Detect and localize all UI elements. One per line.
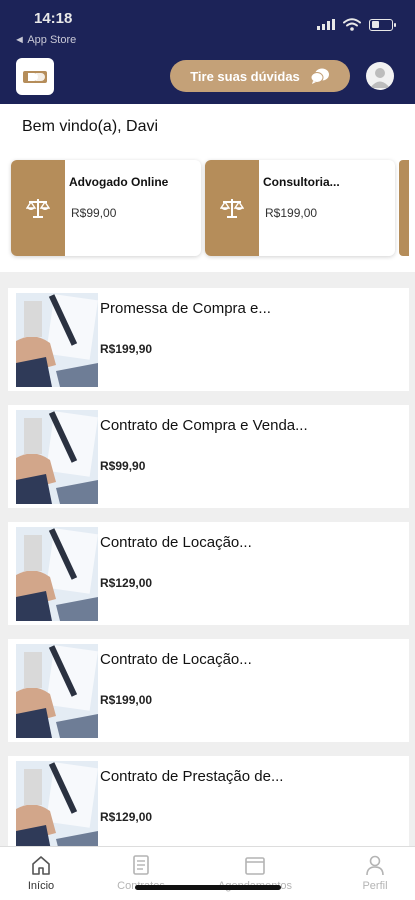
service-card-strip xyxy=(11,160,65,256)
cellular-signal-icon xyxy=(317,19,335,30)
wifi-icon xyxy=(343,18,361,31)
product-title: Contrato de Locação... xyxy=(100,651,252,668)
avatar-icon xyxy=(370,68,390,88)
product-title: Contrato de Locação... xyxy=(100,534,252,551)
contract-signing-image xyxy=(16,527,98,621)
document-icon xyxy=(86,853,196,877)
home-icon xyxy=(0,853,96,877)
product-card[interactable]: Contrato de Compra e Venda... R$99,90 xyxy=(8,405,409,508)
contract-signing-image xyxy=(16,644,98,738)
status-icons xyxy=(317,18,396,31)
service-card-strip xyxy=(205,160,259,256)
service-card-title: Advogado Online xyxy=(69,175,169,189)
tab-inicio[interactable]: Início xyxy=(0,853,96,892)
product-card[interactable]: Contrato de Prestação de... R$129,00 xyxy=(8,756,409,846)
product-price: R$199,90 xyxy=(100,342,153,356)
logo-mark-icon xyxy=(23,70,47,83)
contract-signing-image xyxy=(16,293,98,387)
scales-of-justice-icon xyxy=(220,199,244,218)
service-card-price: R$99,00 xyxy=(71,206,117,220)
product-thumbnail xyxy=(16,527,98,621)
contract-signing-image xyxy=(16,761,98,846)
back-to-app-store-link[interactable]: ◄ App Store xyxy=(14,34,76,46)
app-logo[interactable] xyxy=(16,58,54,95)
help-button-label: Tire suas dúvidas xyxy=(190,68,300,84)
battery-icon xyxy=(369,18,396,31)
service-card[interactable]: Advogado Online R$99,00 xyxy=(11,160,201,256)
product-card[interactable]: Contrato de Locação... R$129,00 xyxy=(8,522,409,625)
tab-label: Início xyxy=(27,880,55,892)
product-price: R$99,90 xyxy=(100,459,146,473)
product-title: Contrato de Prestação de... xyxy=(100,768,284,785)
product-price: R$129,00 xyxy=(100,810,153,824)
product-thumbnail xyxy=(16,293,98,387)
product-price: R$129,00 xyxy=(100,576,153,590)
product-title: Promessa de Compra e... xyxy=(100,300,271,317)
product-thumbnail xyxy=(16,644,98,738)
help-button[interactable]: Tire suas dúvidas xyxy=(170,60,350,92)
service-card-title: Consultoria... xyxy=(263,175,340,189)
user-icon xyxy=(320,853,415,877)
scales-of-justice-icon xyxy=(26,199,50,218)
chat-bubble-icon xyxy=(310,68,329,84)
service-card-price: R$199,00 xyxy=(265,206,318,220)
tab-perfil[interactable]: Perfil xyxy=(320,853,415,892)
service-card[interactable]: Consultoria... R$199,00 xyxy=(205,160,395,256)
status-time: 14:18 xyxy=(34,10,73,27)
product-card[interactable]: Contrato de Locação... R$199,00 xyxy=(8,639,409,742)
profile-avatar-button[interactable] xyxy=(366,62,394,90)
product-thumbnail xyxy=(16,410,98,504)
app-header: 14:18 ◄ App Store Tire suas dúvidas xyxy=(0,0,415,104)
contract-signing-image xyxy=(16,410,98,504)
product-thumbnail xyxy=(16,761,98,846)
product-title: Contrato de Compra e Venda... xyxy=(100,417,308,434)
service-card-partial[interactable] xyxy=(399,160,409,256)
home-indicator xyxy=(135,885,281,890)
calendar-icon xyxy=(200,853,310,877)
welcome-text: Bem vindo(a), Davi xyxy=(22,118,159,135)
product-card[interactable]: Promessa de Compra e... R$199,90 xyxy=(8,288,409,391)
tab-label: Perfil xyxy=(362,880,388,892)
product-price: R$199,00 xyxy=(100,693,153,707)
bottom-tab-bar: Início Contratos Agendamentos xyxy=(0,846,415,900)
